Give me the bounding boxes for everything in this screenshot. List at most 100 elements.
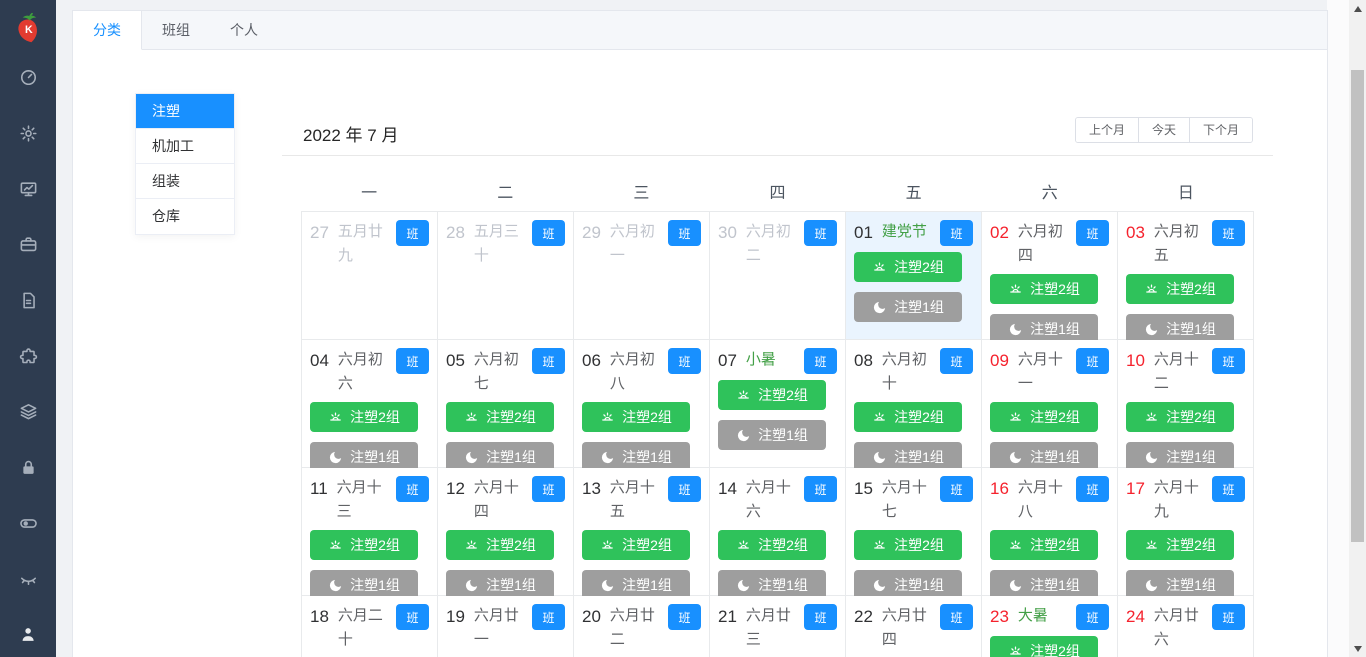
sidebar-item-chart-board[interactable] xyxy=(0,161,56,217)
category-item-injection-molding[interactable]: 注塑 xyxy=(136,94,234,129)
calendar-day-cell[interactable]: 06 六月初八班注塑2组 注塑1组 xyxy=(574,340,710,472)
work-day-badge[interactable]: 班 xyxy=(1212,604,1245,630)
work-day-badge[interactable]: 班 xyxy=(1212,220,1245,246)
next-month-button[interactable]: 下个月 xyxy=(1188,118,1252,142)
day-shift-button[interactable]: 注塑2组 xyxy=(1126,274,1234,304)
calendar-day-cell[interactable]: 30 六月初二班 xyxy=(710,212,846,340)
day-shift-button[interactable]: 注塑2组 xyxy=(582,530,690,560)
calendar-day-cell[interactable]: 23大暑班注塑2组注塑1组 xyxy=(982,596,1118,657)
night-shift-button[interactable]: 注塑1组 xyxy=(718,420,826,450)
tab-personal[interactable]: 个人 xyxy=(210,11,278,49)
work-day-badge[interactable]: 班 xyxy=(396,476,429,502)
sidebar-item-eye-closed[interactable] xyxy=(0,551,56,607)
calendar-day-cell[interactable]: 10 六月十二班注塑2组 注塑1组 xyxy=(1118,340,1254,472)
sidebar-item-briefcase[interactable] xyxy=(0,217,56,273)
day-shift-button[interactable]: 注塑2组 xyxy=(310,402,418,432)
work-day-badge[interactable]: 班 xyxy=(804,220,837,246)
work-day-badge[interactable]: 班 xyxy=(396,348,429,374)
sidebar-item-layers[interactable] xyxy=(0,384,56,440)
work-day-badge[interactable]: 班 xyxy=(940,604,973,630)
calendar-day-cell[interactable]: 27 五月廿九班 xyxy=(302,212,438,340)
calendar-day-cell[interactable]: 03 六月初五班注塑2组 注塑1组 xyxy=(1118,212,1254,344)
calendar-day-cell[interactable]: 02 六月初四班注塑2组 注塑1组 xyxy=(982,212,1118,344)
vertical-scrollbar[interactable] xyxy=(1349,0,1366,657)
day-shift-button[interactable]: 注塑2组 xyxy=(446,402,554,432)
sidebar-item-puzzle[interactable] xyxy=(0,328,56,384)
app-logo[interactable]: K xyxy=(0,0,56,56)
work-day-badge[interactable]: 班 xyxy=(940,476,973,502)
work-day-badge[interactable]: 班 xyxy=(668,220,701,246)
day-shift-button[interactable]: 注塑2组 xyxy=(990,636,1098,657)
sidebar-item-document[interactable] xyxy=(0,273,56,329)
calendar-day-cell[interactable]: 01 建党节班注塑2组 注塑1组 xyxy=(846,212,982,340)
sidebar-item-toggle[interactable] xyxy=(0,496,56,552)
sidebar-item-lock[interactable] xyxy=(0,440,56,496)
category-item-machining[interactable]: 机加工 xyxy=(136,129,234,164)
work-day-badge[interactable]: 班 xyxy=(1076,604,1109,630)
work-day-badge[interactable]: 班 xyxy=(1212,476,1245,502)
calendar-day-cell[interactable]: 15 六月十七班注塑2组 注塑1组 xyxy=(846,468,982,600)
calendar-day-cell[interactable]: 07 小暑 班注塑2组 注塑1组 xyxy=(710,340,846,468)
work-day-badge[interactable]: 班 xyxy=(1212,348,1245,374)
category-item-warehouse[interactable]: 仓库 xyxy=(136,199,234,234)
day-shift-button[interactable]: 注塑2组 xyxy=(854,402,962,432)
calendar-day-cell[interactable]: 16 六月十八班注塑2组 注塑1组 xyxy=(982,468,1118,600)
calendar-day-cell[interactable]: 24六月廿六班注塑2组注塑1组 xyxy=(1118,596,1254,657)
tab-group[interactable]: 班组 xyxy=(142,11,210,49)
work-day-badge[interactable]: 班 xyxy=(1076,476,1109,502)
day-shift-button[interactable]: 注塑2组 xyxy=(582,402,690,432)
work-day-badge[interactable]: 班 xyxy=(396,604,429,630)
scrollbar-thumb[interactable] xyxy=(1351,70,1364,542)
day-shift-button[interactable]: 注塑2组 xyxy=(1126,402,1234,432)
calendar-day-cell[interactable]: 17 六月十九班注塑2组 注塑1组 xyxy=(1118,468,1254,600)
sidebar-item-dashboard[interactable] xyxy=(0,50,56,106)
work-day-badge[interactable]: 班 xyxy=(668,604,701,630)
work-day-badge[interactable]: 班 xyxy=(532,476,565,502)
day-shift-button[interactable]: 注塑2组 xyxy=(854,252,962,282)
calendar-day-cell[interactable]: 29 六月初一班 xyxy=(574,212,710,340)
calendar-day-cell[interactable]: 05 六月初七班注塑2组 注塑1组 xyxy=(438,340,574,472)
scroll-up-arrow-icon[interactable] xyxy=(1349,0,1366,17)
day-shift-button[interactable]: 注塑2组 xyxy=(310,530,418,560)
calendar-day-cell[interactable]: 12 六月十四班注塑2组 注塑1组 xyxy=(438,468,574,600)
work-day-badge[interactable]: 班 xyxy=(1076,220,1109,246)
calendar-day-cell[interactable]: 04 六月初六班注塑2组 注塑1组 xyxy=(302,340,438,472)
tab-category[interactable]: 分类 xyxy=(73,11,142,50)
calendar-day-cell[interactable]: 21六月廿三班注塑2组注塑1组 xyxy=(710,596,846,657)
work-day-badge[interactable]: 班 xyxy=(940,220,973,246)
calendar-day-cell[interactable]: 14 六月十六班注塑2组 注塑1组 xyxy=(710,468,846,600)
sidebar-item-settings[interactable] xyxy=(0,106,56,162)
calendar-day-cell[interactable]: 22六月廿四班注塑2组注塑1组 xyxy=(846,596,982,657)
work-day-badge[interactable]: 班 xyxy=(1076,348,1109,374)
calendar-day-cell[interactable]: 18六月二十班注塑2组注塑1组 xyxy=(302,596,438,657)
work-day-badge[interactable]: 班 xyxy=(532,604,565,630)
day-shift-button[interactable]: 注塑2组 xyxy=(854,530,962,560)
day-shift-button[interactable]: 注塑2组 xyxy=(990,530,1098,560)
work-day-badge[interactable]: 班 xyxy=(804,348,837,374)
calendar-day-cell[interactable]: 13 六月十五班注塑2组 注塑1组 xyxy=(574,468,710,600)
work-day-badge[interactable]: 班 xyxy=(532,348,565,374)
work-day-badge[interactable]: 班 xyxy=(804,476,837,502)
day-shift-button[interactable]: 注塑2组 xyxy=(718,380,826,410)
calendar-day-cell[interactable]: 19六月廿一班注塑2组注塑1组 xyxy=(438,596,574,657)
day-shift-button[interactable]: 注塑2组 xyxy=(990,274,1098,304)
calendar-day-cell[interactable]: 09 六月十一班注塑2组 注塑1组 xyxy=(982,340,1118,472)
day-shift-button[interactable]: 注塑2组 xyxy=(446,530,554,560)
work-day-badge[interactable]: 班 xyxy=(396,220,429,246)
category-item-assembly[interactable]: 组装 xyxy=(136,164,234,199)
sidebar-item-users[interactable] xyxy=(0,607,56,657)
day-shift-button[interactable]: 注塑2组 xyxy=(1126,530,1234,560)
night-shift-button[interactable]: 注塑1组 xyxy=(854,292,962,322)
calendar-day-cell[interactable]: 28 五月三十班 xyxy=(438,212,574,340)
work-day-badge[interactable]: 班 xyxy=(668,476,701,502)
work-day-badge[interactable]: 班 xyxy=(940,348,973,374)
today-button[interactable]: 今天 xyxy=(1137,118,1189,142)
scroll-down-arrow-icon[interactable] xyxy=(1349,640,1366,657)
work-day-badge[interactable]: 班 xyxy=(668,348,701,374)
prev-month-button[interactable]: 上个月 xyxy=(1075,118,1138,142)
work-day-badge[interactable]: 班 xyxy=(804,604,837,630)
calendar-day-cell[interactable]: 20六月廿二班注塑2组注塑1组 xyxy=(574,596,710,657)
calendar-day-cell[interactable]: 11 六月十三班注塑2组 注塑1组 xyxy=(302,468,438,600)
work-day-badge[interactable]: 班 xyxy=(532,220,565,246)
day-shift-button[interactable]: 注塑2组 xyxy=(718,530,826,560)
